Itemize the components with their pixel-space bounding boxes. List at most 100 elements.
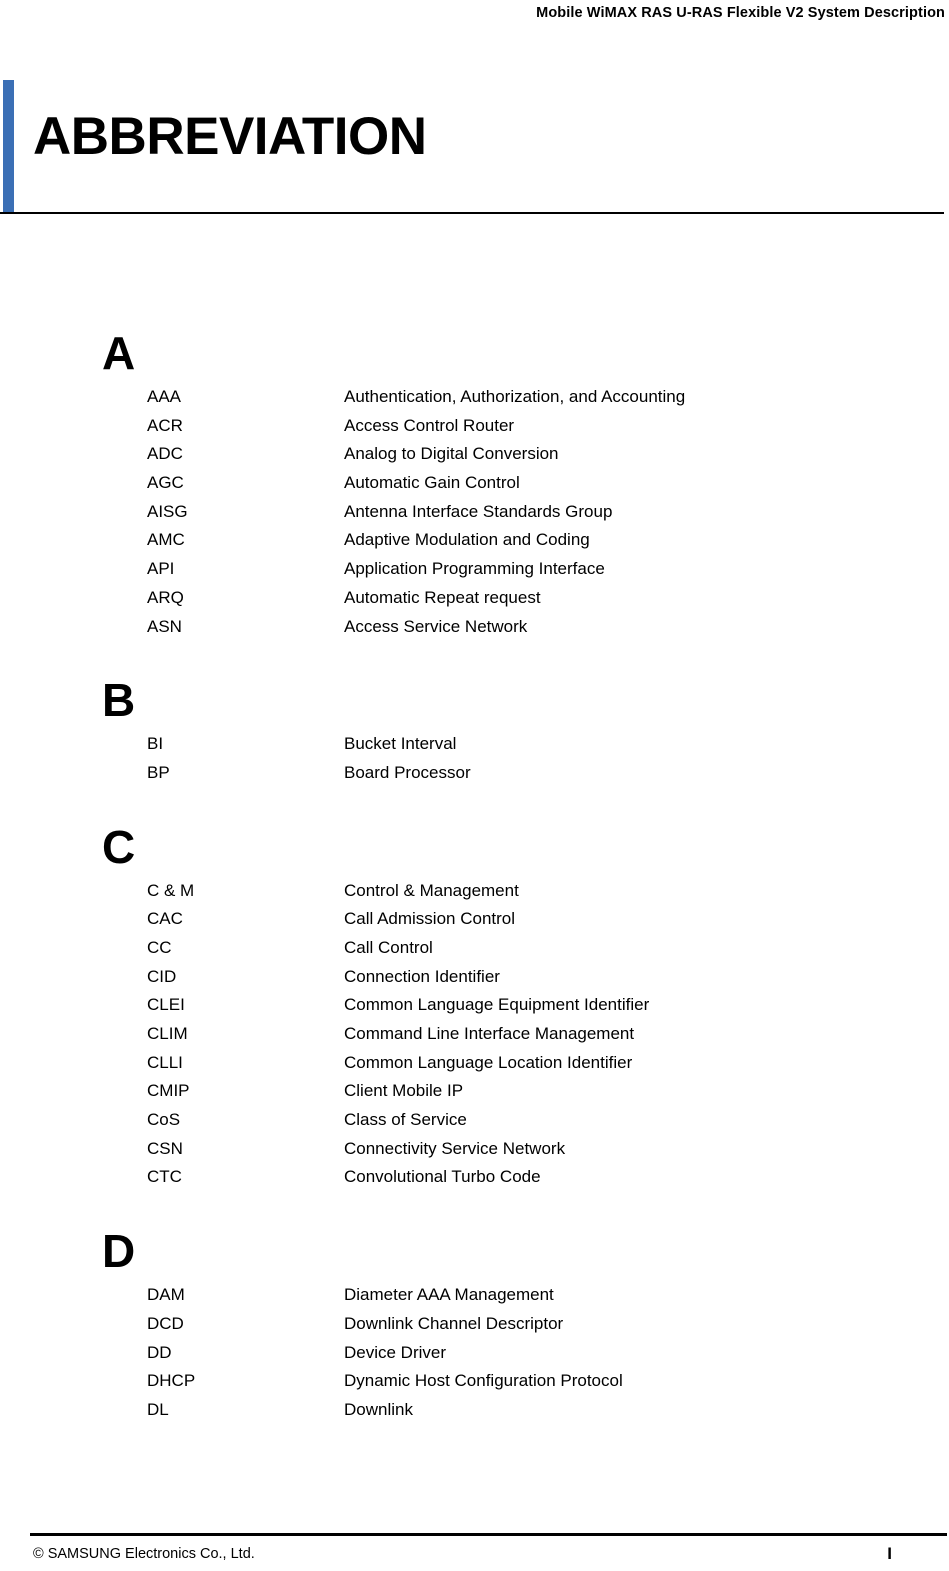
abbreviation-entry: DL Downlink: [0, 1396, 949, 1425]
abbreviation-term: API: [147, 559, 175, 579]
abbreviation-term: DD: [147, 1342, 172, 1362]
abbreviation-definition: Control & Management: [344, 880, 519, 900]
section-letter-heading: C: [102, 820, 135, 873]
abbreviation-term: DCD: [147, 1313, 184, 1333]
abbreviation-entry: CC Call Control: [0, 934, 949, 963]
abbreviation-definition: Access Control Router: [344, 415, 515, 435]
page-number: I: [887, 1544, 892, 1563]
abbreviation-term: CC: [147, 937, 172, 957]
abbreviation-term: AAA: [147, 387, 182, 406]
abbreviation-definition: Board Processor: [344, 762, 471, 782]
section-letter-heading: A: [102, 327, 135, 379]
abbreviation-definition: Bucket Interval: [344, 734, 457, 754]
accent-bar: [3, 80, 14, 212]
abbreviation-definition: Automatic Repeat request: [344, 587, 541, 607]
abbreviation-entry: ASN Access Service Network: [0, 613, 949, 642]
abbreviation-definition: Connectivity Service Network: [344, 1138, 566, 1158]
abbreviation-term: DHCP: [147, 1371, 196, 1391]
section-letter-heading: B: [102, 674, 135, 727]
section-entry-list: DAM Diameter AAA Management DCD Downlink Ch…: [0, 1281, 949, 1424]
abbreviation-entry: ADC Analog to Digital Conversion: [0, 440, 949, 469]
abbreviation-entry: AISG Antenna Interface Standards Group: [0, 498, 949, 527]
abbreviation-definition: Common Language Equipment Identifier: [344, 995, 650, 1015]
glossary-section: D DAM Diameter AAA Management DCD Downlink C…: [0, 1228, 949, 1424]
abbreviation-term: ACR: [147, 415, 183, 435]
abbreviation-term: CAC: [147, 909, 183, 929]
abbreviation-term: AMC: [147, 530, 185, 550]
abbreviation-entry: CLLI Common Language Location Identifier: [0, 1049, 949, 1078]
copyright-notice: © SAMSUNG Electronics Co., Ltd.: [33, 1546, 255, 1562]
abbreviation-entry: BP Board Processor: [0, 759, 949, 788]
abbreviation-definition: Access Service Network: [344, 616, 528, 636]
title-divider: [0, 212, 944, 214]
abbreviation-definition: Dynamic Host Configuration Protocol: [344, 1371, 623, 1391]
abbreviation-definition: Client Mobile IP: [344, 1081, 464, 1101]
abbreviation-term: CoS: [147, 1110, 181, 1130]
chapter-title-block: ABBREVIATION: [0, 80, 949, 214]
abbreviation-entry: DCD Downlink Channel Descriptor: [0, 1310, 949, 1339]
section-entry-list: C & M Control & Management CAC Call Admissi…: [0, 877, 949, 1193]
abbreviation-definition: Diameter AAA Management: [344, 1285, 554, 1305]
abbreviation-entry: DD Device Driver: [0, 1339, 949, 1368]
abbreviation-definition: Convolutional Turbo Code: [344, 1167, 541, 1187]
abbreviation-definition: Analog to Digital Conversion: [344, 444, 559, 464]
abbreviation-list: A AAA Authentication, Authorization, and A…: [0, 330, 949, 1425]
abbreviation-entry: ACR Access Control Router: [0, 412, 949, 441]
abbreviation-definition: Downlink Channel Descriptor: [344, 1313, 564, 1333]
abbreviation-term: DAM: [147, 1285, 185, 1305]
abbreviation-entry: BI Bucket Interval: [0, 730, 949, 759]
abbreviation-definition: Adaptive Modulation and Coding: [344, 530, 590, 550]
abbreviation-definition: Authentication, Authorization, and Accou…: [344, 387, 686, 406]
abbreviation-entry: CID Connection Identifier: [0, 963, 949, 992]
abbreviation-entry: CTC Convolutional Turbo Code: [0, 1163, 949, 1192]
abbreviation-term: CLLI: [147, 1052, 183, 1072]
abbreviation-entry: DHCP Dynamic Host Configuration Protocol: [0, 1367, 949, 1396]
abbreviation-term: ARQ: [147, 587, 184, 607]
abbreviation-definition: Downlink: [344, 1399, 413, 1419]
abbreviation-term: AISG: [147, 501, 188, 521]
abbreviation-term: CTC: [147, 1167, 182, 1187]
abbreviation-definition: Automatic Gain Control: [344, 473, 520, 493]
abbreviation-entry: CSN Connectivity Service Network: [0, 1135, 949, 1164]
glossary-section: C C & M Control & Management CAC Call Admiss…: [0, 820, 949, 1193]
abbreviation-entry: CMIP Client Mobile IP: [0, 1077, 949, 1106]
abbreviation-entry: AGC Automatic Gain Control: [0, 469, 949, 498]
abbreviation-definition: Connection Identifier: [344, 966, 500, 986]
abbreviation-term: C & M: [147, 880, 195, 900]
running-header: Mobile WiMAX RAS U-RAS Flexible V2 Syste…: [536, 5, 945, 21]
abbreviation-definition: Class of Service: [344, 1110, 467, 1130]
glossary-section: A AAA Authentication, Authorization, and A…: [0, 330, 949, 641]
abbreviation-term: CLIM: [147, 1024, 188, 1043]
document-page: Mobile WiMAX RAS U-RAS Flexible V2 Syste…: [0, 0, 949, 1571]
section-letter-heading: D: [102, 1225, 135, 1278]
section-entry-list: BI Bucket Interval BP Board Processor: [0, 730, 949, 787]
abbreviation-term: ASN: [147, 616, 182, 636]
abbreviation-entry: CLEI Common Language Equipment Identifier: [0, 991, 949, 1020]
running-footer: © SAMSUNG Electronics Co., Ltd. I: [33, 1543, 919, 1565]
abbreviation-term: ADC: [147, 444, 183, 464]
abbreviation-definition: Call Admission Control: [344, 909, 516, 929]
abbreviation-term: BP: [147, 762, 170, 782]
abbreviation-definition: Command Line Interface Management: [344, 1024, 635, 1043]
abbreviation-definition: Device Driver: [344, 1342, 447, 1362]
section-entry-list: AAA Authentication, Authorization, and Ac…: [0, 383, 949, 641]
abbreviation-entry: API Application Programming Interface: [0, 555, 949, 584]
abbreviation-definition: Antenna Interface Standards Group: [344, 501, 613, 521]
abbreviation-entry: C & M Control & Management: [0, 877, 949, 906]
footer-divider: [30, 1533, 947, 1536]
abbreviation-entry: CLIM Command Line Interface Management: [0, 1020, 949, 1049]
abbreviation-term: DL: [147, 1399, 169, 1419]
glossary-section: B BI Bucket Interval BP Board Processor: [0, 677, 949, 787]
abbreviation-entry: CoS Class of Service: [0, 1106, 949, 1135]
abbreviation-entry: AMC Adaptive Modulation and Coding: [0, 526, 949, 555]
page-title: ABBREVIATION: [33, 107, 427, 166]
abbreviation-entry: AAA Authentication, Authorization, and Ac…: [0, 383, 949, 412]
abbreviation-term: AGC: [147, 473, 184, 493]
abbreviation-definition: Call Control: [344, 937, 433, 957]
abbreviation-term: CID: [147, 966, 177, 986]
abbreviation-term: CMIP: [147, 1081, 190, 1101]
abbreviation-entry: DAM Diameter AAA Management: [0, 1281, 949, 1310]
abbreviation-definition: Common Language Location Identifier: [344, 1052, 633, 1072]
abbreviation-entry: CAC Call Admission Control: [0, 905, 949, 934]
abbreviation-term: CLEI: [147, 995, 185, 1015]
